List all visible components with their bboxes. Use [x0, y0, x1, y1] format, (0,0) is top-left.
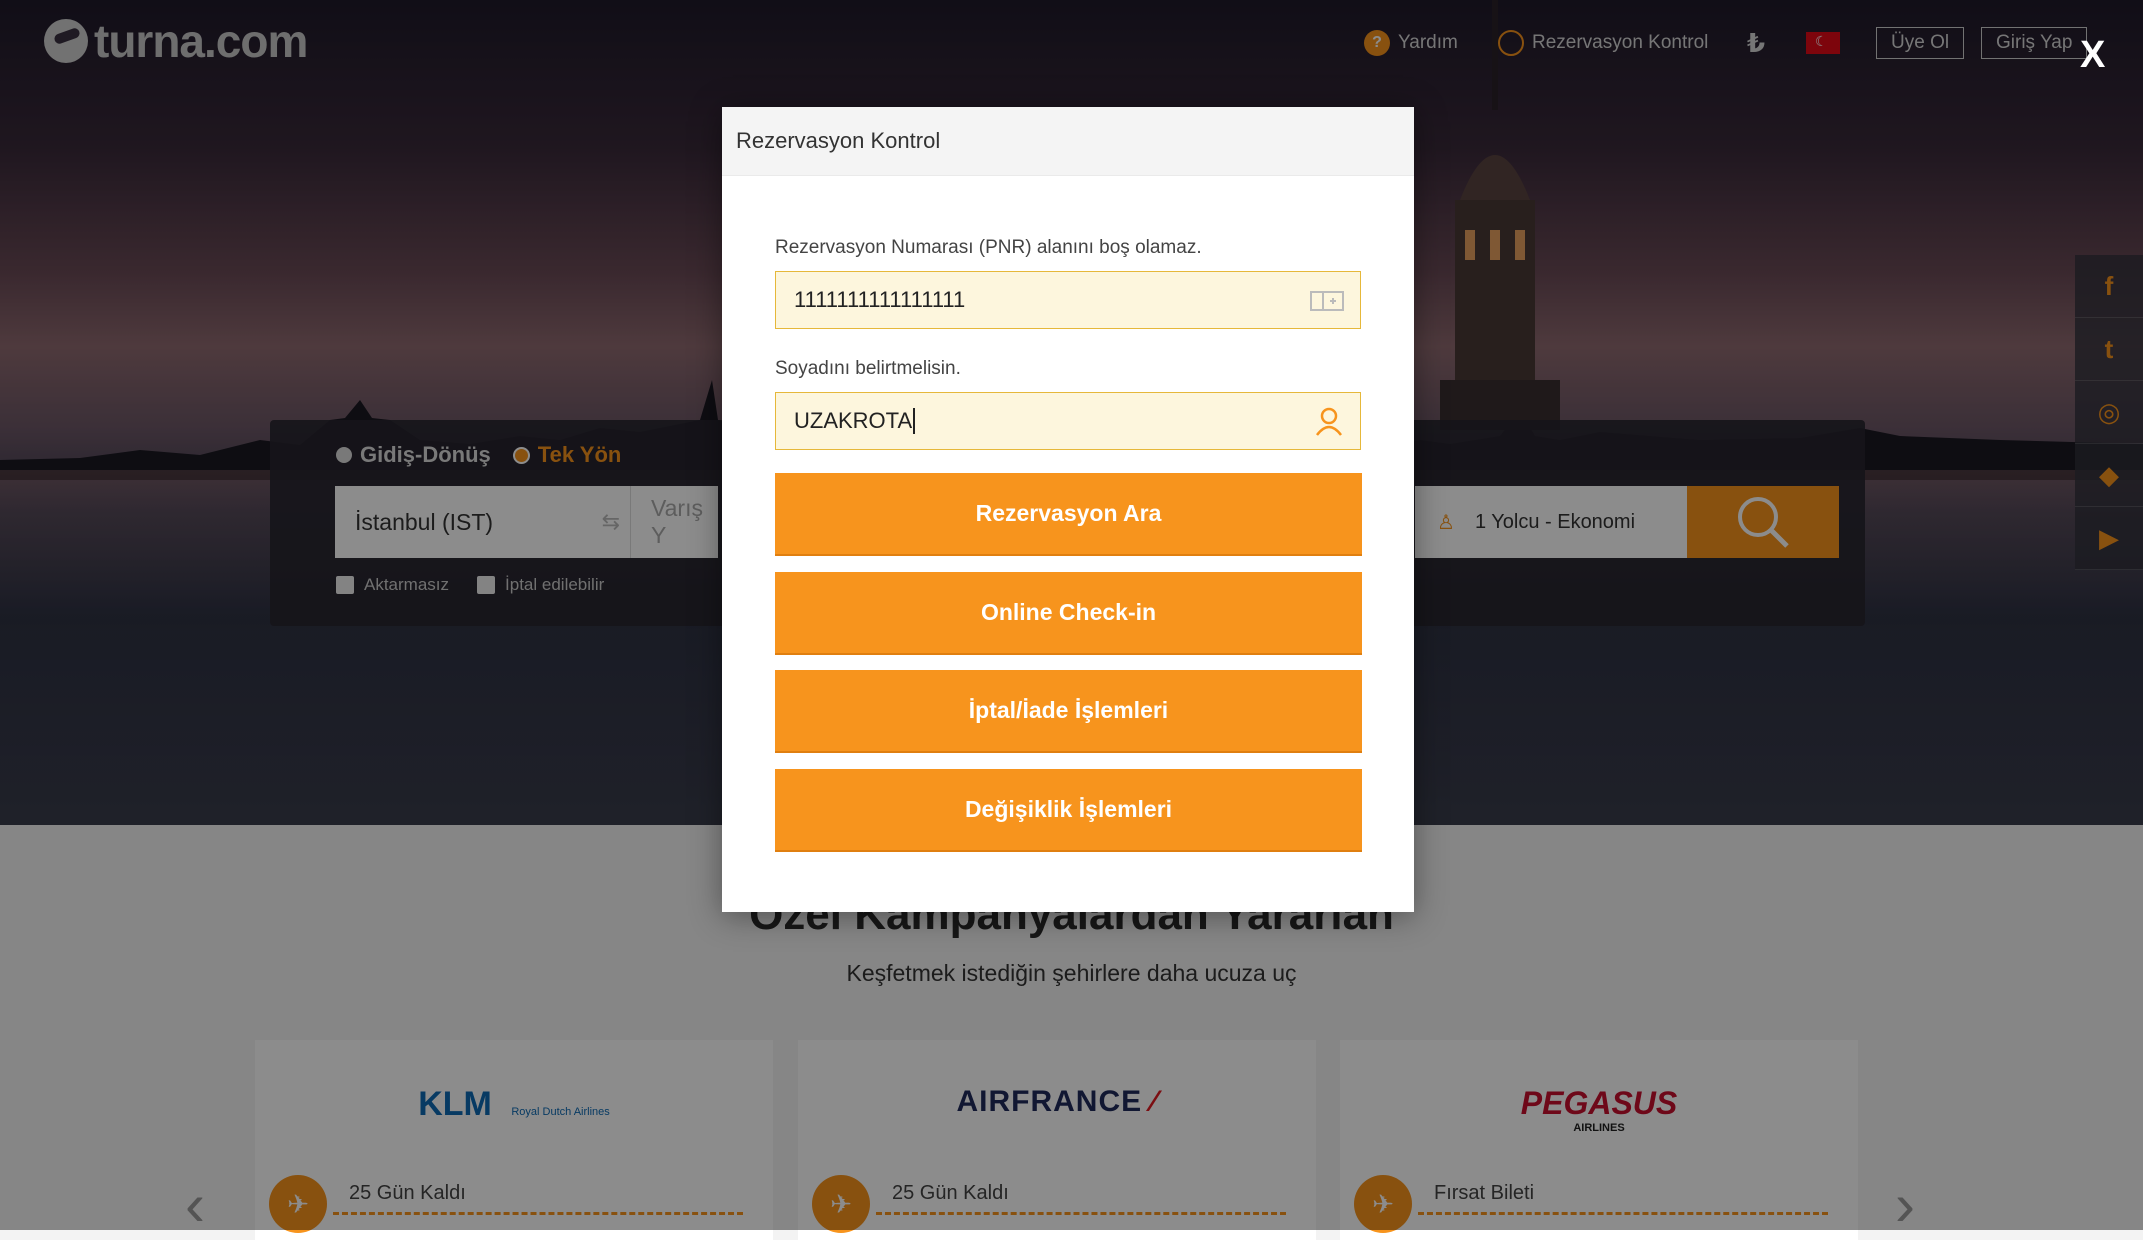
reservation-check-modal: Rezervasyon Kontrol Rezervasyon Numarası… [722, 107, 1414, 912]
close-icon[interactable]: X [2080, 34, 2105, 77]
surname-error-message: Soyadını belirtmelisin. [775, 358, 961, 379]
ticket-icon [1310, 291, 1344, 311]
modal-title: Rezervasyon Kontrol [722, 107, 1414, 176]
search-reservation-button[interactable]: Rezervasyon Ara [775, 473, 1362, 556]
text-cursor [913, 408, 916, 434]
online-checkin-button[interactable]: Online Check-in [775, 572, 1362, 655]
cancel-refund-button[interactable]: İptal/İade İşlemleri [775, 670, 1362, 753]
pnr-error-message: Rezervasyon Numarası (PNR) alanını boş o… [775, 237, 1202, 258]
user-icon [1316, 407, 1342, 436]
surname-input[interactable]: UZAKROTA [775, 392, 1361, 450]
change-operations-button[interactable]: Değişiklik İşlemleri [775, 769, 1362, 852]
pnr-input[interactable]: 1111111111111111 [775, 271, 1361, 329]
